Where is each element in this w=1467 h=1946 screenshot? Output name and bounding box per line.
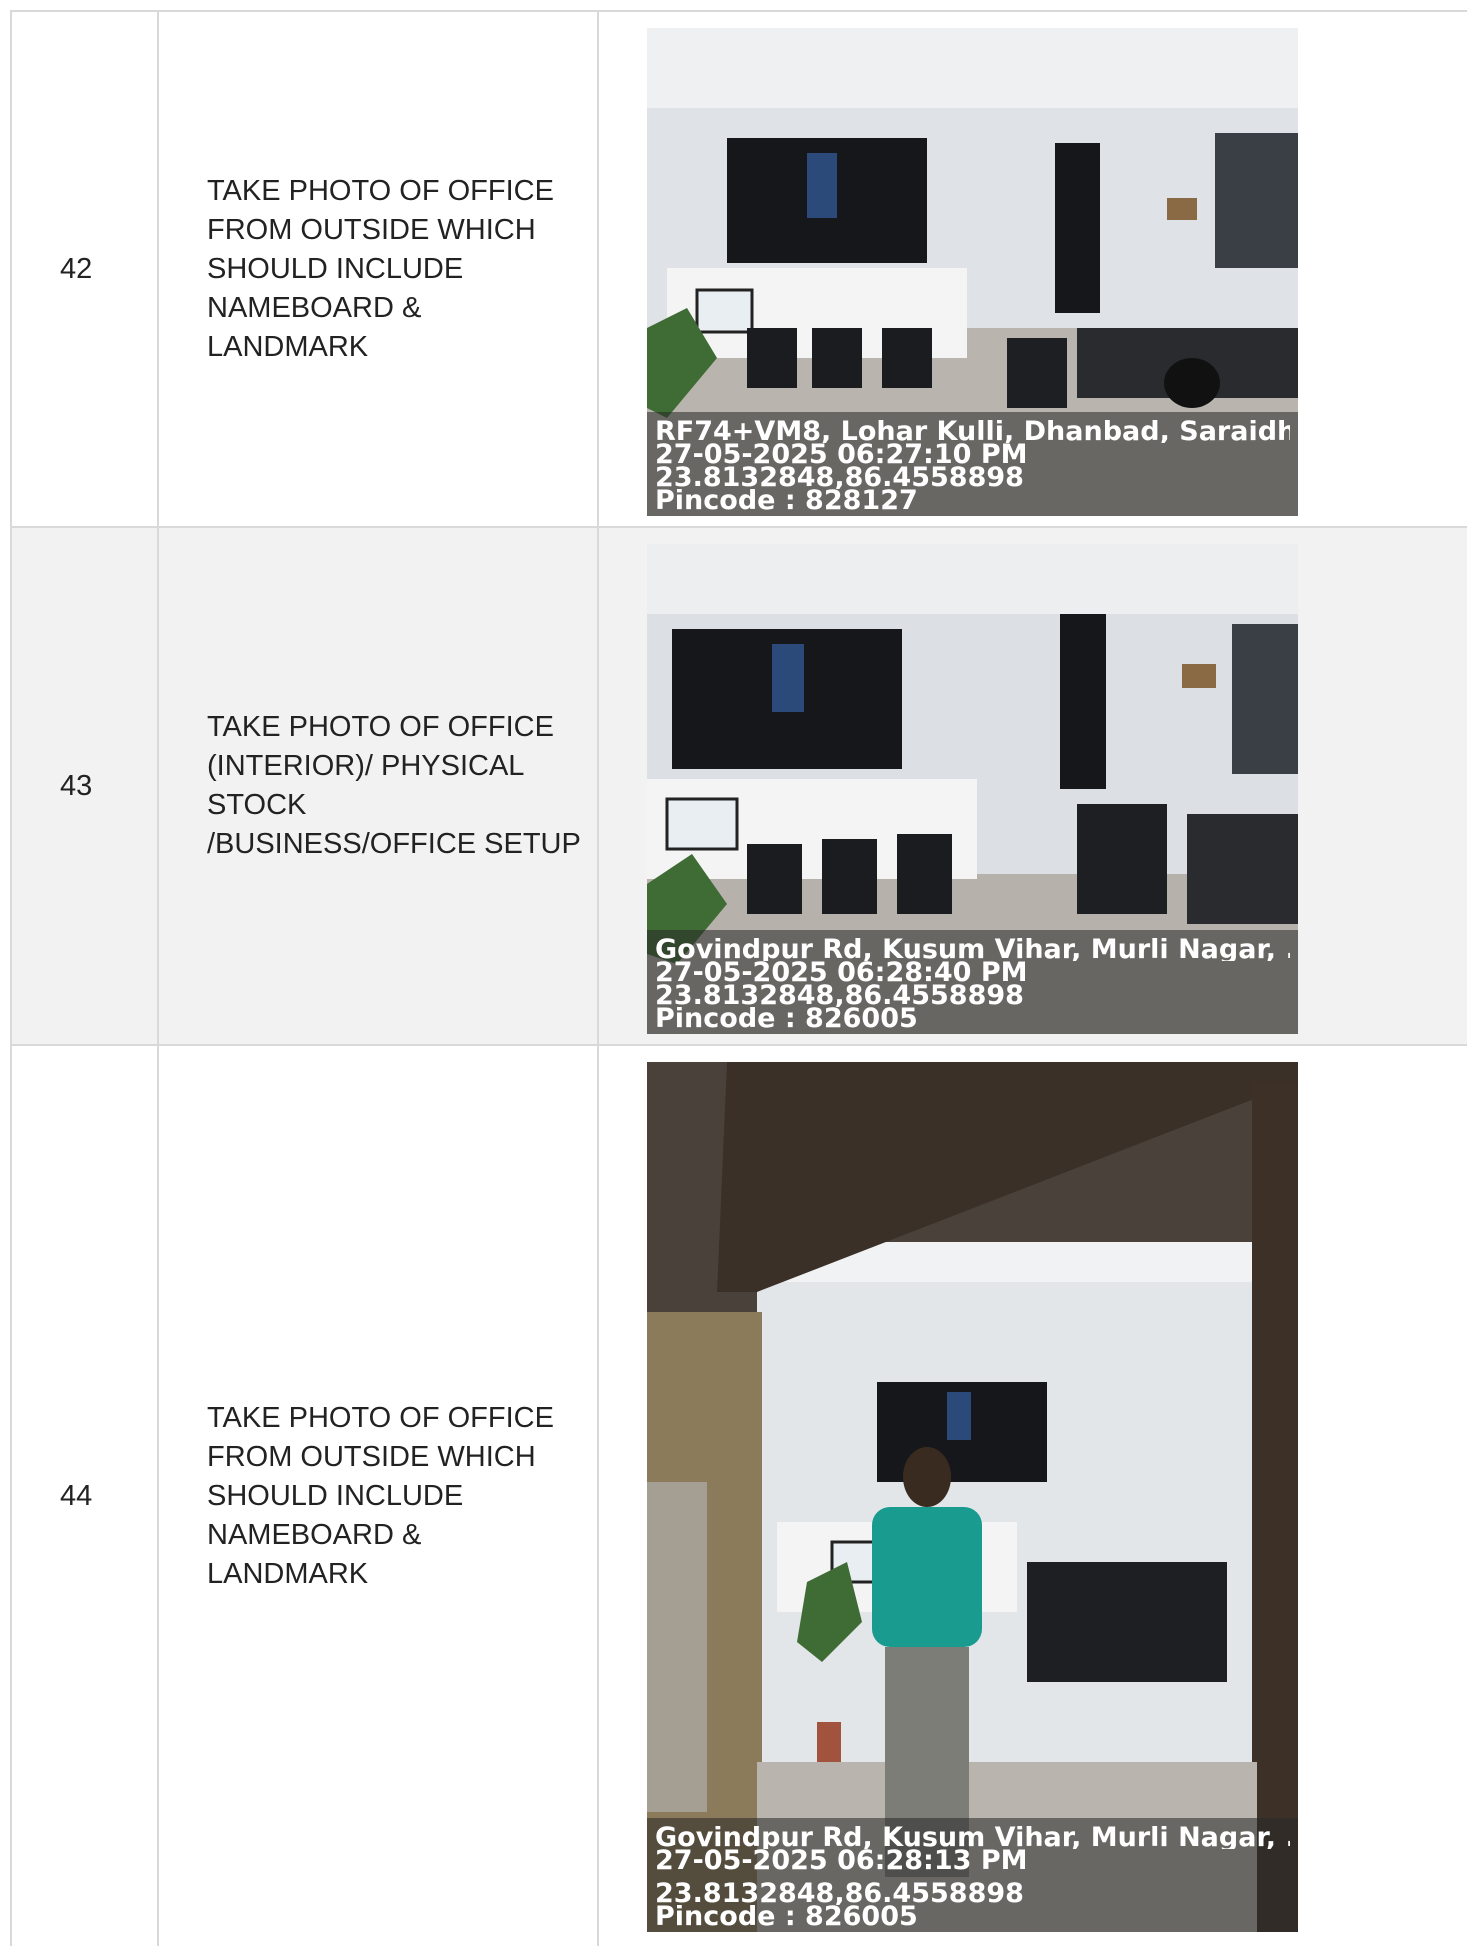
stamp-coordinates: 23.8132848,86.4558898	[655, 984, 1024, 1007]
row-number: 44	[10, 1046, 157, 1946]
row-instruction: TAKE PHOTO OF OFFICE FROM OUTSIDE WHICH …	[157, 1046, 597, 1946]
office-photo[interactable]: Govindpur Rd, Kusum Vihar, Murli Nagar, …	[647, 544, 1298, 1034]
office-photo[interactable]: Govindpur Rd, Kusum Vihar, Murli Nagar, …	[647, 1062, 1298, 1932]
photo-checklist-table: 42 TAKE PHOTO OF OFFICE FROM OUTSIDE WHI…	[10, 10, 1467, 1946]
row-number: 43	[10, 528, 157, 1044]
office-photo[interactable]: RF74+VM8, Lohar Kulli, Dhanbad, Saraidhe…	[647, 28, 1298, 516]
stamp-datetime: 27-05-2025 06:28:40 PM	[655, 961, 1028, 984]
row-number: 42	[10, 12, 157, 526]
stamp-address: Govindpur Rd, Kusum Vihar, Murli Nagar, …	[655, 1826, 1290, 1849]
stamp-pincode: Pincode : 826005	[655, 1007, 918, 1030]
row-instruction: TAKE PHOTO OF OFFICE FROM OUTSIDE WHICH …	[157, 12, 597, 526]
stamp-coordinates: 23.8132848,86.4558898	[655, 466, 1024, 489]
geo-stamp: Govindpur Rd, Kusum Vihar, Murli Nagar, …	[647, 930, 1298, 1034]
stamp-address: RF74+VM8, Lohar Kulli, Dhanbad, Saraidhe…	[655, 420, 1290, 443]
stamp-pincode: Pincode : 826005	[655, 1905, 918, 1928]
stamp-address: Govindpur Rd, Kusum Vihar, Murli Nagar, …	[655, 938, 1290, 961]
photo-cell: Govindpur Rd, Kusum Vihar, Murli Nagar, …	[597, 528, 1467, 1044]
stamp-pincode: Pincode : 828127	[655, 489, 918, 512]
stamp-coordinates: 23.8132848,86.4558898	[655, 1882, 1024, 1905]
office-entrance-image	[647, 1062, 1298, 1932]
geo-stamp: RF74+VM8, Lohar Kulli, Dhanbad, Saraidhe…	[647, 412, 1298, 516]
table-row: 44 TAKE PHOTO OF OFFICE FROM OUTSIDE WHI…	[10, 1046, 1467, 1946]
photo-cell: Govindpur Rd, Kusum Vihar, Murli Nagar, …	[597, 1046, 1467, 1946]
row-instruction: TAKE PHOTO OF OFFICE (INTERIOR)/ PHYSICA…	[157, 528, 597, 1044]
table-row: 43 TAKE PHOTO OF OFFICE (INTERIOR)/ PHYS…	[10, 528, 1467, 1046]
photo-cell: RF74+VM8, Lohar Kulli, Dhanbad, Saraidhe…	[597, 12, 1467, 526]
geo-stamp: Govindpur Rd, Kusum Vihar, Murli Nagar, …	[647, 1818, 1298, 1932]
stamp-datetime: 27-05-2025 06:28:13 PM	[655, 1849, 1028, 1872]
table-row: 42 TAKE PHOTO OF OFFICE FROM OUTSIDE WHI…	[10, 12, 1467, 528]
stamp-datetime: 27-05-2025 06:27:10 PM	[655, 443, 1028, 466]
